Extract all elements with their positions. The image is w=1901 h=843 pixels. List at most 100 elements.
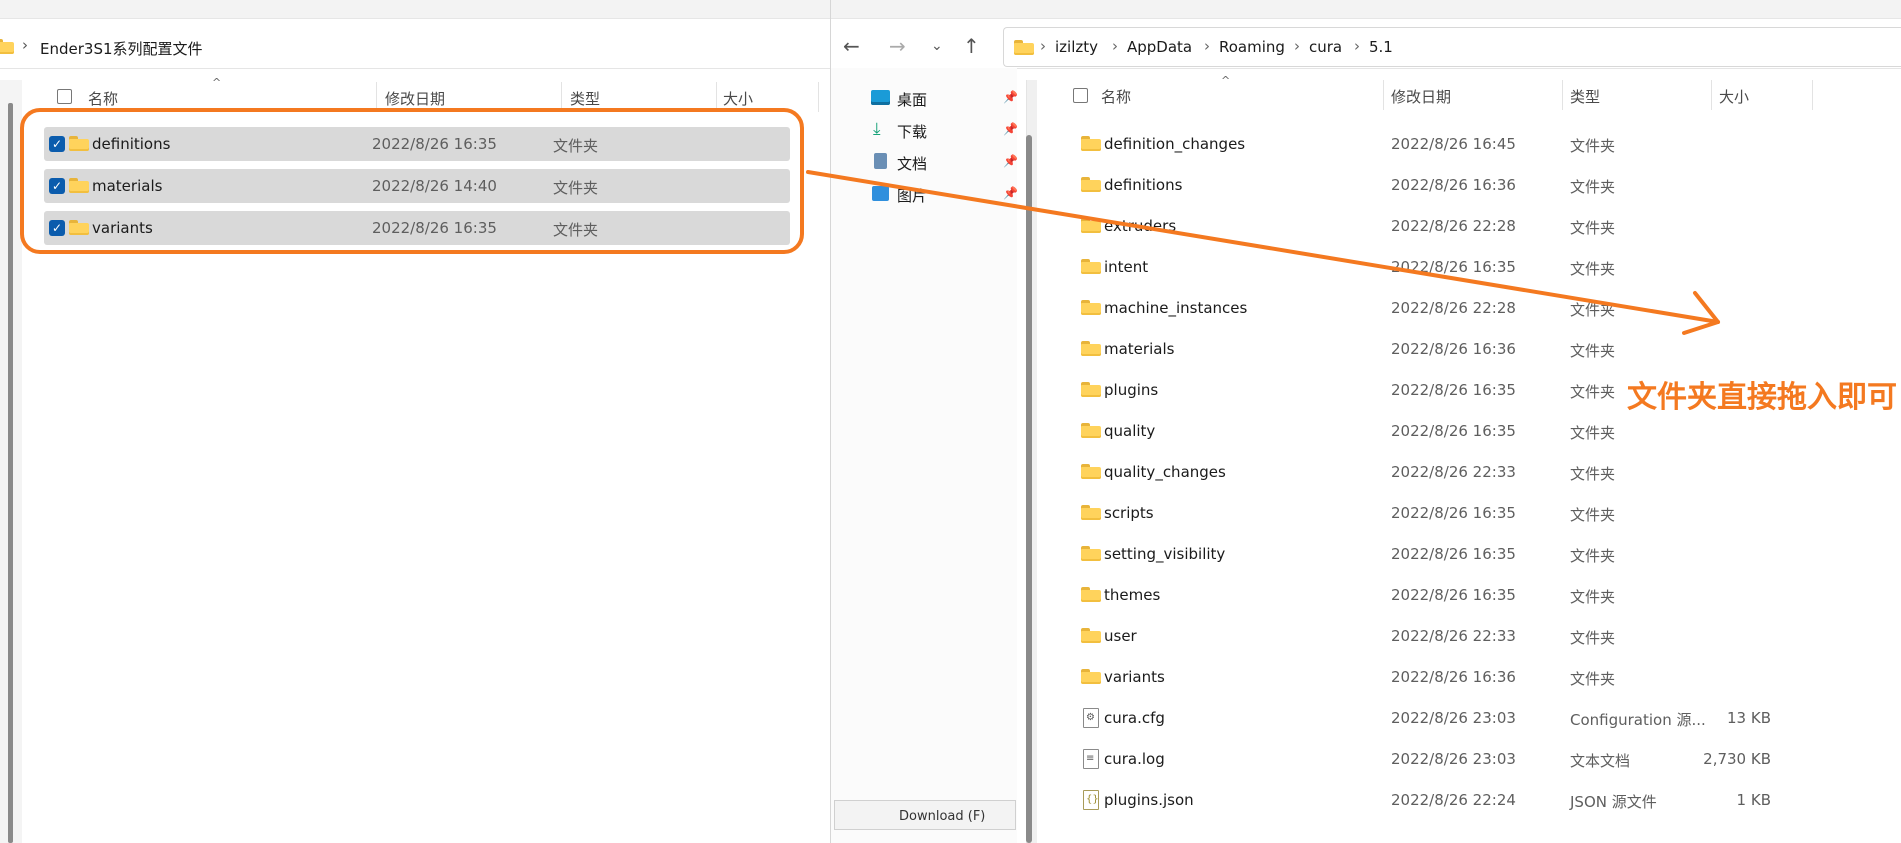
column-header-date[interactable]: 修改日期 [385, 88, 445, 109]
nav-horizontal-scrollbar[interactable]: Download (F) [834, 800, 1016, 830]
nav-item-label: 桌面 [897, 91, 928, 109]
column-header-size[interactable]: 大小 [1719, 86, 1749, 107]
column-header-name[interactable]: 名称 [88, 88, 118, 109]
nav-item-downloads[interactable]: ⤓ 下载 📌 [871, 119, 1021, 146]
file-type: 文件夹 [1570, 465, 1616, 483]
selection-highlight-outline [20, 108, 804, 254]
file-row[interactable]: ≡ cura.log 2022/8/26 23:03 文本文档 2,730 KB [1081, 742, 1881, 776]
column-divider[interactable] [1562, 80, 1563, 110]
nav-item-label: 下载 [897, 123, 928, 141]
column-header-type[interactable]: 类型 [570, 88, 600, 109]
pin-icon[interactable]: 📌 [1003, 186, 1018, 200]
file-name: quality_changes [1104, 463, 1226, 481]
file-date: 2022/8/26 16:45 [1391, 135, 1516, 153]
file-row[interactable]: ⚙ cura.cfg 2022/8/26 23:03 Configuration… [1081, 701, 1881, 735]
file-date: 2022/8/26 16:35 [1391, 586, 1516, 604]
forward-arrow-icon[interactable]: → [889, 34, 906, 58]
download-icon: ⤓ [873, 119, 881, 139]
pin-icon[interactable]: 📌 [1003, 90, 1018, 104]
config-file-icon: ⚙ [1083, 708, 1099, 728]
nav-scrollbar-thumb[interactable] [1026, 135, 1032, 843]
file-date: 2022/8/26 16:35 [1391, 258, 1516, 276]
left-nav-scrollbar[interactable] [8, 103, 13, 843]
select-all-checkbox[interactable] [1073, 88, 1088, 103]
file-type: 文本文档 [1570, 752, 1631, 770]
select-all-checkbox[interactable] [57, 89, 72, 104]
breadcrumb-current-folder[interactable]: Ender3S1系列配置文件 [40, 38, 203, 59]
left-address-bar[interactable]: › Ender3S1系列配置文件 [0, 26, 830, 69]
breadcrumb-item[interactable]: Roaming [1219, 38, 1285, 56]
file-row[interactable]: setting_visibility 2022/8/26 16:35 文件夹 [1081, 537, 1881, 571]
file-row[interactable]: user 2022/8/26 22:33 文件夹 [1081, 619, 1881, 653]
back-arrow-icon[interactable]: ← [843, 34, 860, 58]
nav-item-label: 图片 [897, 187, 928, 205]
folder-icon [1081, 136, 1101, 151]
nav-item-documents[interactable]: 文档 📌 [871, 153, 1021, 178]
pin-icon[interactable]: 📌 [1003, 122, 1018, 136]
right-address-bar[interactable]: › izilzty › AppData › Roaming › cura › 5… [1003, 27, 1901, 67]
folder-icon [1081, 464, 1101, 479]
folder-icon [0, 39, 14, 54]
nav-item-label: 文档 [897, 155, 928, 173]
right-explorer-window: ← → ⌄ ↑ › izilzty › AppData › Roaming › … [830, 0, 1901, 843]
column-header-type[interactable]: 类型 [1570, 86, 1600, 107]
file-name: scripts [1104, 504, 1154, 522]
folder-icon [1081, 587, 1101, 602]
column-divider[interactable] [1383, 80, 1384, 110]
chevron-right-icon: › [1354, 37, 1360, 55]
folder-icon [1081, 300, 1101, 315]
pin-icon[interactable]: 📌 [1003, 154, 1018, 168]
file-size: 13 KB [1727, 709, 1771, 727]
chevron-right-icon: › [1112, 37, 1118, 55]
file-row[interactable]: intent 2022/8/26 16:35 文件夹 [1081, 250, 1881, 284]
file-type: 文件夹 [1570, 342, 1616, 360]
file-name: plugins [1104, 381, 1159, 399]
file-row[interactable]: definitions 2022/8/26 16:36 文件夹 [1081, 168, 1881, 202]
file-row[interactable]: machine_instances 2022/8/26 22:28 文件夹 [1081, 291, 1881, 325]
file-row[interactable]: definition_changes 2022/8/26 16:45 文件夹 [1081, 127, 1881, 161]
file-row[interactable]: themes 2022/8/26 16:35 文件夹 [1081, 578, 1881, 612]
up-arrow-icon[interactable]: ↑ [963, 34, 980, 58]
column-header-size[interactable]: 大小 [723, 88, 753, 109]
file-date: 2022/8/26 16:35 [1391, 545, 1516, 563]
file-row[interactable]: quality 2022/8/26 16:35 文件夹 [1081, 414, 1881, 448]
sort-ascending-icon: ^ [1221, 74, 1231, 87]
json-file-icon: {} [1083, 790, 1099, 810]
chevron-right-icon: › [1040, 37, 1046, 55]
column-divider[interactable] [1812, 80, 1813, 110]
file-row[interactable]: materials 2022/8/26 16:36 文件夹 [1081, 332, 1881, 366]
file-row[interactable]: variants 2022/8/26 16:36 文件夹 [1081, 660, 1881, 694]
file-date: 2022/8/26 23:03 [1391, 709, 1516, 727]
file-row[interactable]: scripts 2022/8/26 16:35 文件夹 [1081, 496, 1881, 530]
file-date: 2022/8/26 23:03 [1391, 750, 1516, 768]
file-name: plugins.json [1104, 791, 1194, 809]
column-divider[interactable] [818, 82, 819, 112]
column-header-name[interactable]: 名称 [1101, 86, 1131, 107]
file-name: quality [1104, 422, 1156, 440]
file-name: setting_visibility [1104, 545, 1226, 563]
breadcrumb-item[interactable]: izilzty [1055, 38, 1098, 56]
breadcrumb-item[interactable]: 5.1 [1369, 38, 1393, 56]
recent-locations-chevron-icon[interactable]: ⌄ [931, 38, 943, 54]
breadcrumb-item[interactable]: AppData [1127, 38, 1192, 56]
file-type: 文件夹 [1570, 506, 1616, 524]
file-type: JSON 源文件 [1570, 793, 1657, 811]
left-title-strip [0, 0, 830, 19]
file-date: 2022/8/26 22:24 [1391, 791, 1516, 809]
file-name: cura.cfg [1104, 709, 1165, 727]
folder-icon [1081, 177, 1101, 192]
file-name: materials [1104, 340, 1175, 358]
text-file-icon: ≡ [1083, 749, 1099, 769]
file-type: 文件夹 [1570, 219, 1616, 237]
file-size: 1 KB [1736, 791, 1771, 809]
file-row[interactable]: extruders 2022/8/26 22:28 文件夹 [1081, 209, 1881, 243]
file-type: 文件夹 [1570, 178, 1616, 196]
column-header-date[interactable]: 修改日期 [1391, 86, 1451, 107]
breadcrumb-item[interactable]: cura [1309, 38, 1342, 56]
nav-item-desktop[interactable]: 桌面 📌 [871, 90, 1021, 114]
file-row[interactable]: {} plugins.json 2022/8/26 22:24 JSON 源文件… [1081, 783, 1881, 817]
folder-icon [1081, 669, 1101, 684]
column-divider[interactable] [1711, 80, 1712, 110]
nav-item-pictures[interactable]: 图片 📌 [871, 186, 1021, 210]
file-row[interactable]: quality_changes 2022/8/26 22:33 文件夹 [1081, 455, 1881, 489]
